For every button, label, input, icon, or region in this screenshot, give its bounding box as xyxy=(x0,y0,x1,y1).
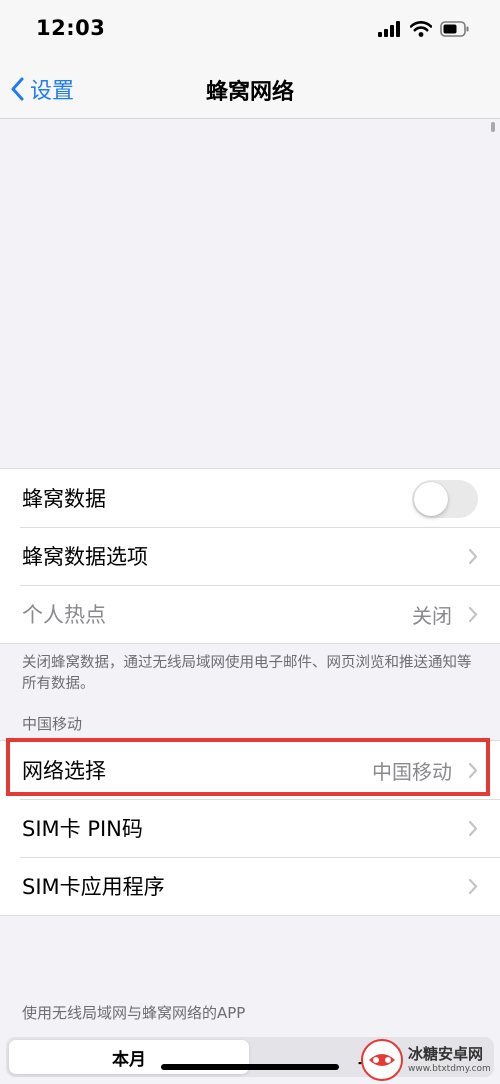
chevron-right-icon xyxy=(468,820,478,837)
home-indicator xyxy=(161,1064,339,1070)
network-selection-row[interactable]: 网络选择 中国移动 xyxy=(0,741,500,799)
cellular-data-options-row[interactable]: 蜂窝数据选项 xyxy=(0,527,500,585)
chevron-right-icon xyxy=(468,878,478,895)
chevron-right-icon xyxy=(468,548,478,565)
row-label: 个人热点 xyxy=(22,603,106,627)
watermark-text: 冰糖安卓网 www.btxtdmy.com xyxy=(408,1045,491,1075)
row-label: 蜂窝数据 xyxy=(22,487,106,511)
cellular-data-toggle[interactable] xyxy=(412,480,478,518)
status-bar: 12:03 xyxy=(0,0,500,60)
toggle-knob xyxy=(414,482,448,516)
status-time: 12:03 xyxy=(36,16,106,40)
row-label: 网络选择 xyxy=(22,759,106,783)
scroll-indicator xyxy=(491,122,495,132)
carrier-settings-group: 网络选择 中国移动 SIM卡 PIN码 SIM卡应用程序 xyxy=(0,740,500,916)
row-label: SIM卡应用程序 xyxy=(22,875,165,899)
chevron-right-icon xyxy=(468,606,478,623)
row-value: 关闭 xyxy=(412,603,452,628)
cellular-footer-note: 关闭蜂窝数据，通过无线局域网使用电子邮件、网页浏览和推送通知等所有数据。 xyxy=(22,655,472,692)
carrier-section-header: 中国移动 xyxy=(22,715,83,733)
watermark-url: www.btxtdmy.com xyxy=(408,1064,491,1074)
cellular-signal-icon xyxy=(378,21,402,41)
sim-applications-row[interactable]: SIM卡应用程序 xyxy=(0,857,500,915)
watermark: 冰糖安卓网 www.btxtdmy.com xyxy=(360,1036,496,1084)
watermark-logo-icon xyxy=(361,1039,403,1081)
personal-hotspot-row[interactable]: 个人热点 关闭 xyxy=(0,585,500,643)
row-label: SIM卡 PIN码 xyxy=(22,817,143,841)
wifi-icon xyxy=(409,21,433,41)
apps-section-header: 使用无线局域网与蜂窝网络的APP xyxy=(22,1004,246,1022)
row-label: 蜂窝数据选项 xyxy=(22,545,148,569)
chevron-right-icon xyxy=(468,762,478,779)
status-icons xyxy=(378,20,470,42)
row-value: 中国移动 xyxy=(372,759,452,784)
page-title: 蜂窝网络 xyxy=(205,80,294,105)
cellular-data-row: 蜂窝数据 xyxy=(0,469,500,527)
cellular-settings-group: 蜂窝数据 蜂窝数据选项 个人热点 关闭 xyxy=(0,468,500,644)
navigation-bar: 设置 蜂窝网络 xyxy=(0,60,500,119)
watermark-name: 冰糖安卓网 xyxy=(408,1045,484,1063)
battery-icon xyxy=(440,21,470,41)
sim-pin-row[interactable]: SIM卡 PIN码 xyxy=(0,799,500,857)
